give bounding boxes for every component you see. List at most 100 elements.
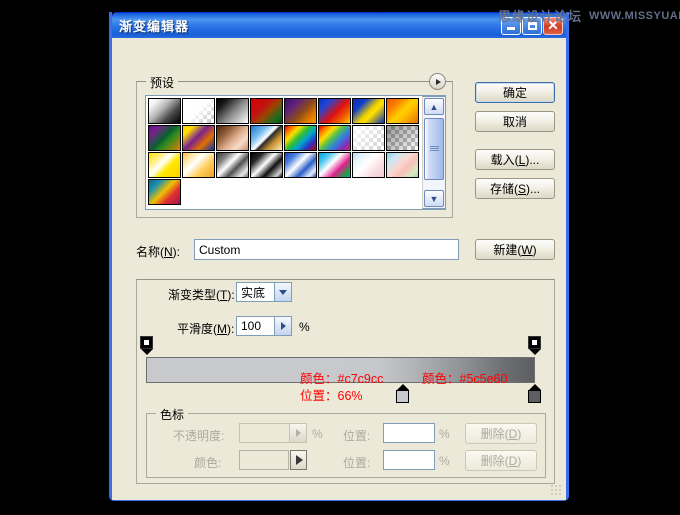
preset-swatch-red-green[interactable] (250, 98, 283, 124)
name-input[interactable]: Custom (194, 239, 459, 260)
color-stop-right[interactable] (528, 384, 541, 403)
preset-swatch-steel-bar[interactable] (216, 152, 249, 178)
minimize-icon (507, 27, 515, 30)
name-label-post: ): (172, 245, 181, 259)
preset-swatch-violet-orange[interactable] (284, 98, 317, 124)
preset-swatch-orange-cream[interactable] (182, 152, 215, 178)
delete2-pre: 删除( (480, 454, 509, 468)
smoothness-label: 平滑度(M): (177, 320, 234, 337)
site-watermark: 思缘设计论坛 WWW.MISSYUAN.COM (498, 6, 680, 25)
ok-button-label: 确定 (502, 86, 527, 100)
preset-swatch-blue-red-yellow[interactable] (318, 98, 351, 124)
color-label: 颜色: (194, 456, 222, 470)
scroll-down-button[interactable]: ▼ (424, 190, 444, 207)
resize-grip-icon[interactable] (550, 484, 563, 497)
smoothness-unit: % (299, 320, 310, 334)
color-picker-arrow-icon[interactable] (290, 450, 307, 470)
color-swatch-button[interactable] (239, 450, 289, 470)
presets-legend: 预设 (146, 74, 179, 91)
new-label-key: W (521, 242, 533, 257)
save-label-key: S (517, 181, 526, 196)
location-input-2[interactable] (383, 450, 435, 470)
preset-swatch-blue-yellow-blue[interactable] (352, 98, 385, 124)
load-label-key: L (518, 152, 526, 167)
load-label-pre: 载入( (490, 153, 519, 167)
preset-swatch-cyan-magenta[interactable] (318, 152, 351, 178)
smoothness-label-pre: 平滑度( (177, 322, 217, 336)
save-label-pre: 存储( (489, 182, 518, 196)
preset-swatch-transparent-rainbow[interactable] (318, 125, 351, 151)
window-title: 渐变编辑器 (119, 19, 190, 34)
preset-swatch-foreground-to-background[interactable] (148, 98, 181, 124)
smoothness-input[interactable]: 100 (236, 316, 292, 336)
screen: 思缘设计论坛 WWW.MISSYUAN.COM 渐变编辑器 ✕ 预设 (0, 0, 680, 515)
stops-group: 色标 不透明度: % 位置: % 删除(D) 颜色: 位置: % 删除(D … (146, 406, 546, 478)
presets-grid[interactable] (146, 96, 422, 209)
delete-opacity-stop-button[interactable]: 删除(D) (465, 423, 537, 444)
annotation-color-2: 颜色：#5c5e60 (422, 372, 508, 386)
cancel-button-label: 取消 (502, 115, 527, 129)
gradient-type-value: 实底 (241, 285, 266, 300)
color-stop-mid[interactable] (396, 384, 409, 403)
load-label-post: )... (525, 152, 540, 167)
stops-legend: 色标 (156, 406, 189, 423)
delete1-key: D (508, 426, 518, 441)
gradient-editor-dialog: 渐变编辑器 ✕ 预设 ▲ ▼ 确定 取消 载入(L)... 存储(S).… (109, 12, 569, 501)
preset-swatch-foreground-to-transparent[interactable] (182, 98, 215, 124)
preset-swatch-chrome[interactable] (250, 125, 283, 151)
preset-swatch-teal-magenta[interactable] (148, 179, 181, 205)
delete2-post: ) (517, 453, 522, 468)
delete1-post: ) (517, 426, 522, 441)
new-button[interactable]: 新建(W) (475, 239, 555, 260)
caret-right-icon (436, 78, 441, 85)
caret-right-icon[interactable] (274, 317, 291, 335)
preset-swatch-yellow-violet-orange-blue[interactable] (182, 125, 215, 151)
delete2-key: D (508, 453, 518, 468)
preset-swatch-orange-yellow-orange[interactable] (386, 98, 419, 124)
preset-swatch-pastel-pink[interactable] (352, 152, 385, 178)
scroll-grip-icon (429, 146, 439, 152)
location-label-1: 位置: (343, 429, 371, 443)
caret-right-icon[interactable] (289, 424, 306, 442)
presets-panel: ▲ ▼ (145, 95, 446, 210)
opacity-unit: % (312, 427, 323, 441)
preset-swatch-spectrum[interactable] (284, 125, 317, 151)
preset-swatch-black-white-chrome[interactable] (250, 152, 283, 178)
presets-group: 预设 ▲ ▼ (136, 73, 453, 218)
preset-swatch-violet-green-orange[interactable] (148, 125, 181, 151)
annotation-position-1: 位置：66% (300, 389, 363, 403)
preset-swatch-blue-white-stripe[interactable] (284, 152, 317, 178)
name-label: 名称(N): (136, 243, 180, 260)
preset-swatch-copper[interactable] (216, 125, 249, 151)
presets-scrollbar[interactable]: ▲ ▼ (422, 96, 446, 209)
preset-menu-icon[interactable] (429, 73, 446, 90)
scroll-track[interactable] (424, 116, 444, 189)
preset-swatch-yellow-white-gradient[interactable] (148, 152, 181, 178)
preset-swatch-pastel-rainbow[interactable] (386, 152, 419, 178)
ok-button[interactable]: 确定 (475, 82, 555, 103)
location-label-2: 位置: (343, 456, 371, 470)
scroll-thumb[interactable] (424, 118, 444, 180)
preset-swatch-neutral-density[interactable] (386, 125, 419, 151)
gradient-type-select[interactable]: 实底 (236, 282, 292, 302)
chevron-down-icon[interactable] (274, 283, 291, 301)
save-button[interactable]: 存储(S)... (475, 178, 555, 199)
gradient-type-label: 渐变类型(T): (164, 286, 239, 303)
delete-color-stop-button[interactable]: 删除(D) (465, 450, 537, 471)
opacity-stop-left[interactable] (140, 336, 153, 355)
name-label-key: N (164, 245, 173, 259)
gradient-type-label-post: ): (227, 288, 235, 302)
preset-swatch-transparent-stripes[interactable] (352, 125, 385, 151)
opacity-stop-right[interactable] (528, 336, 541, 355)
new-label-pre: 新建( (493, 243, 522, 257)
save-label-post: )... (526, 181, 540, 196)
gradient-type-label-pre: 渐变类型( (168, 288, 220, 302)
smoothness-value: 100 (241, 319, 262, 333)
smoothness-label-key: M (217, 322, 227, 336)
load-button[interactable]: 载入(L)... (475, 149, 555, 170)
location-input-1[interactable] (383, 423, 435, 443)
cancel-button[interactable]: 取消 (475, 111, 555, 132)
opacity-input[interactable] (239, 423, 307, 443)
scroll-up-button[interactable]: ▲ (424, 98, 444, 115)
preset-swatch-black-to-white[interactable] (216, 98, 249, 124)
